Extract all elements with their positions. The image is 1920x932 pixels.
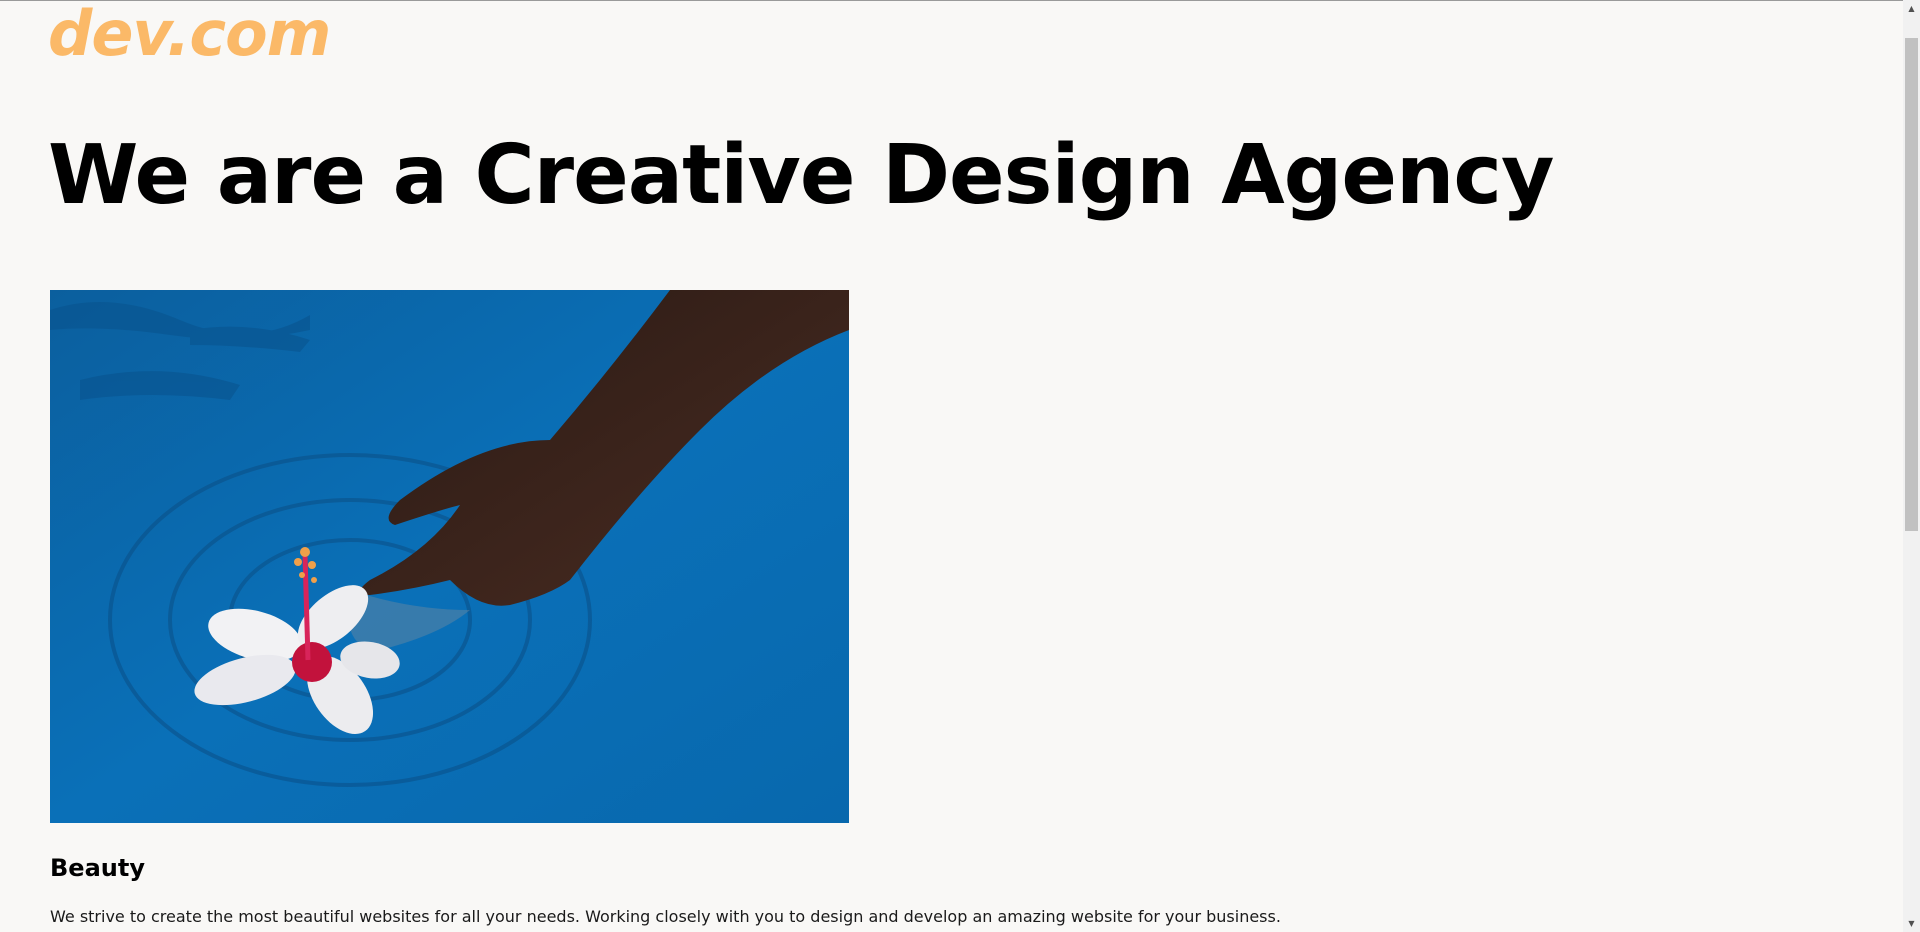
vertical-scrollbar[interactable]: ▲ ▼ — [1903, 0, 1920, 932]
feature-title: Beauty — [50, 854, 145, 882]
site-logo[interactable]: dev.com — [48, 0, 331, 68]
page: dev.com We are a Creative Design Agency — [0, 0, 1920, 932]
hero-image — [50, 290, 849, 823]
scrollbar-thumb[interactable] — [1905, 38, 1918, 531]
feature-description: We strive to create the most beautiful w… — [50, 907, 1281, 926]
chevron-down-icon[interactable]: ▼ — [1903, 915, 1920, 932]
hero-headline: We are a Creative Design Agency — [48, 128, 1554, 223]
chevron-up-icon[interactable]: ▲ — [1903, 0, 1920, 17]
